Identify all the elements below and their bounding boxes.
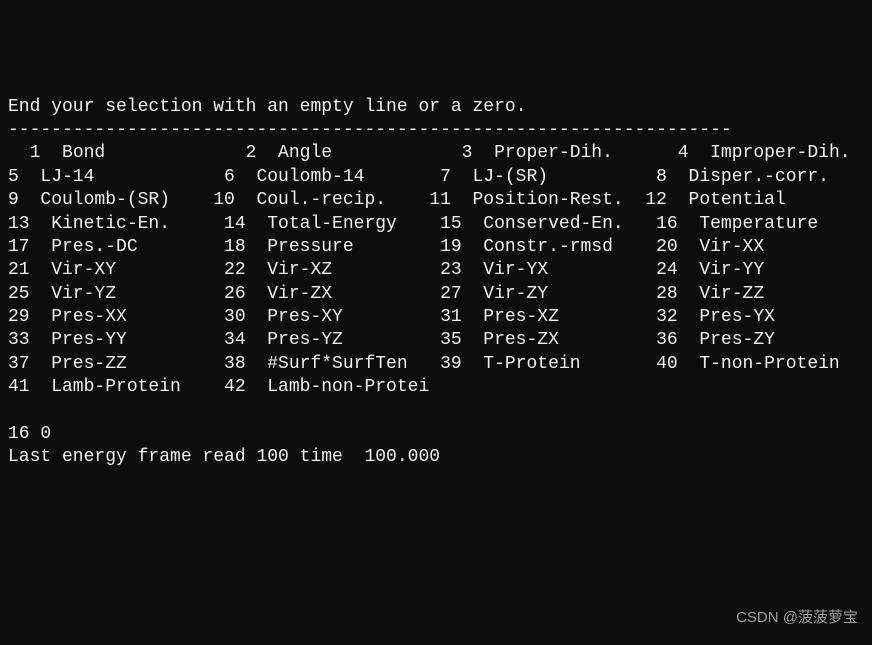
separator-line: ----------------------------------------…	[8, 120, 732, 140]
user-input[interactable]: 16 0	[8, 424, 51, 444]
prompt-line: End your selection with an empty line or…	[8, 97, 526, 117]
terminal-output: End your selection with an empty line or…	[8, 96, 864, 470]
status-line: Last energy frame read 100 time 100.000	[8, 447, 440, 467]
watermark: CSDN @菠菠萝宝	[736, 608, 858, 628]
options-list: 1 Bond 2 Angle 3 Proper-Dih. 4 Improper-…	[8, 143, 872, 397]
